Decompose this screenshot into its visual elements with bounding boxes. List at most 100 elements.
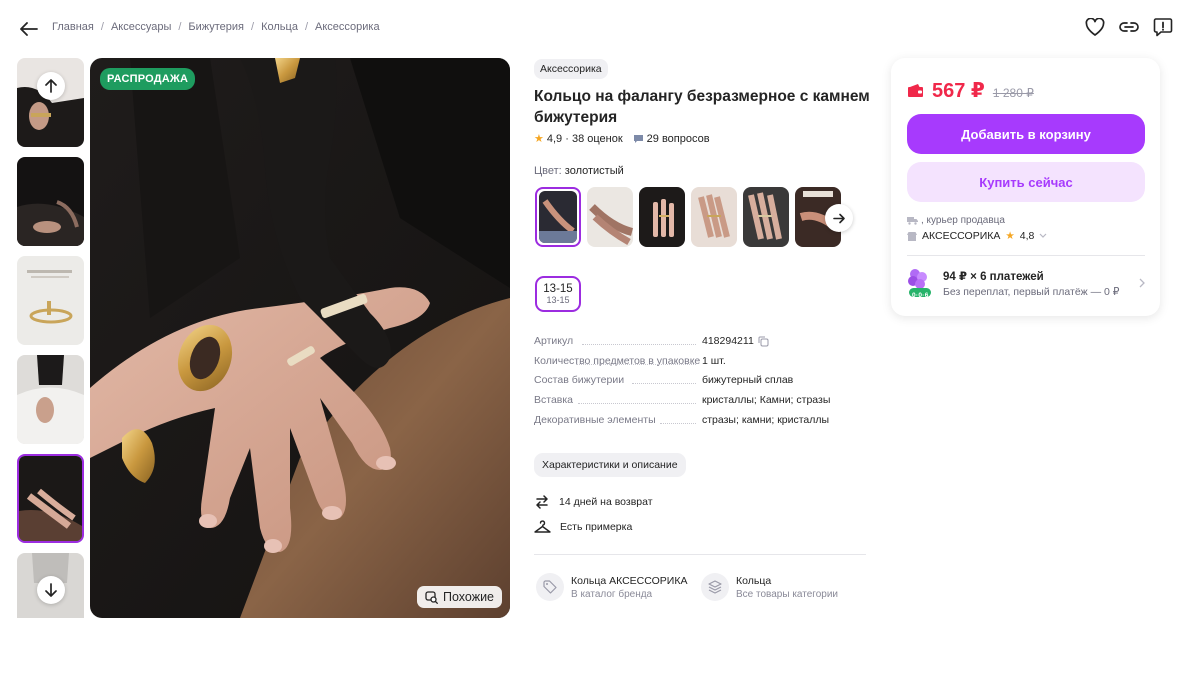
- rating-row: ★ 4,9 · 38 оценок 29 вопросов: [534, 132, 710, 146]
- product-title: Кольцо на фалангу безразмерное с камнем …: [534, 88, 870, 126]
- arrow-left-icon: [20, 22, 38, 36]
- questions-link[interactable]: 29 вопросов: [633, 133, 710, 145]
- spec-row: Артикул 418294211: [534, 334, 864, 348]
- favorite-button[interactable]: [1084, 16, 1106, 38]
- star-icon: ★: [1005, 230, 1015, 242]
- category-title: Кольца: [736, 574, 772, 587]
- installment-offer[interactable]: 94 ₽ × 6 платежей Без переплат, первый п…: [905, 266, 1145, 300]
- chevron-right-icon: [1139, 278, 1145, 288]
- installment-subtitle: Без переплат, первый платёж — 0 ₽: [943, 285, 1120, 298]
- color-swatch-2[interactable]: [587, 187, 633, 247]
- report-button[interactable]: [1152, 16, 1174, 38]
- brand-catalog-title: Кольца АКСЕССОРИКА: [571, 574, 688, 587]
- brand-chip[interactable]: Аксессорика: [534, 59, 608, 79]
- buy-now-button[interactable]: Купить сейчас: [907, 162, 1145, 202]
- category-link[interactable]: Кольца Все товары категории: [701, 573, 838, 601]
- swatches-next-button[interactable]: [825, 204, 853, 232]
- delivery-truck-icon: [907, 217, 918, 225]
- heart-icon: [1085, 18, 1105, 36]
- thumbnail-image: [17, 355, 84, 444]
- layers-icon: [708, 580, 722, 594]
- arrow-down-icon: [45, 583, 57, 597]
- spec-key: Декоративные элементы: [534, 413, 702, 427]
- installment-badge: 0·0·6: [912, 292, 929, 299]
- thumbnail-3[interactable]: [17, 256, 84, 345]
- color-swatch-3[interactable]: [639, 187, 685, 247]
- category-subtitle: Все товары категории: [736, 588, 839, 600]
- thumbnail-image: [17, 256, 84, 345]
- spec-value: кристаллы; Камни; стразы: [702, 394, 831, 406]
- back-button[interactable]: [16, 16, 42, 42]
- spec-key: Состав бижутерии: [534, 373, 702, 387]
- hanger-icon: [534, 520, 551, 533]
- installment-title: 94 ₽ × 6 платежей: [943, 270, 1044, 283]
- brand-catalog-subtitle: В каталог бренда: [571, 588, 653, 600]
- report-icon: [1153, 18, 1173, 37]
- similar-search-icon: [425, 590, 438, 604]
- color-swatch-4[interactable]: [691, 187, 737, 247]
- swatch-image: [743, 187, 789, 247]
- thumbnail-5-selected[interactable]: [17, 454, 84, 543]
- breadcrumb-jewelry[interactable]: Бижутерия: [188, 21, 244, 33]
- copy-icon[interactable]: [758, 336, 769, 347]
- spec-row: Состав бижутерии бижутерный сплав: [534, 373, 864, 387]
- breadcrumb-home[interactable]: Главная: [52, 21, 94, 33]
- seller-rating: 4,8: [1019, 230, 1035, 242]
- thumbnail-2[interactable]: [17, 157, 84, 246]
- size-sub: 13-15: [546, 295, 570, 305]
- add-to-cart-button[interactable]: Добавить в корзину: [907, 114, 1145, 154]
- color-swatch-1-selected[interactable]: [535, 187, 581, 247]
- specs-table: Артикул 418294211 Количество предметов в…: [534, 334, 864, 433]
- price-row: 567 ₽ 1 280 ₽: [907, 78, 1034, 103]
- share-link-button[interactable]: [1118, 16, 1140, 38]
- product-photo: [90, 58, 510, 618]
- size-option-selected[interactable]: 13-15 13-15: [535, 276, 581, 312]
- swatch-image: [691, 187, 737, 247]
- return-arrows-icon: [536, 495, 548, 509]
- spec-value: 1 шт.: [702, 355, 726, 367]
- similar-products-button[interactable]: Похожие: [417, 586, 503, 608]
- size-main: 13-15: [543, 283, 573, 295]
- breadcrumb-brand[interactable]: Аксессорика: [315, 21, 380, 33]
- color-swatch-5[interactable]: [743, 187, 789, 247]
- seller-name: АКСЕССОРИКА: [922, 230, 1001, 242]
- delivery-info: , курьер продавца: [907, 215, 1005, 226]
- reviews-count[interactable]: 38 оценок: [572, 133, 623, 145]
- current-price: 567 ₽: [932, 80, 985, 102]
- rating-value[interactable]: 4,9: [547, 133, 562, 145]
- color-swatches: [535, 187, 841, 247]
- spec-key: Артикул: [534, 334, 702, 348]
- swatch-image: [587, 187, 633, 247]
- arrow-right-icon: [832, 213, 845, 223]
- thumbnail-4[interactable]: [17, 355, 84, 444]
- question-bubble-icon: [633, 134, 643, 143]
- seller-link[interactable]: АКСЕССОРИКА ★ 4,8: [907, 230, 1047, 242]
- thumbnail-image: [19, 456, 82, 541]
- breadcrumb-accessories[interactable]: Аксессуары: [111, 21, 171, 33]
- questions-count: 29 вопросов: [646, 132, 710, 145]
- characteristics-button[interactable]: Характеристики и описание: [534, 453, 686, 477]
- spec-row: Количество предметов в упаковке 1 шт.: [534, 354, 864, 368]
- thumbnail-scroll-down-button[interactable]: [37, 576, 65, 604]
- thumbnail-list: [17, 58, 85, 618]
- thumbnail-image: [17, 157, 84, 246]
- color-label: Цвет: золотистый: [534, 165, 624, 177]
- arrow-up-icon: [45, 79, 57, 93]
- brand-catalog-link[interactable]: Кольца АКСЕССОРИКА В каталог бренда: [536, 573, 687, 601]
- return-info: 14 дней на возврат: [534, 494, 653, 510]
- main-product-image[interactable]: [90, 58, 510, 618]
- divider: [907, 255, 1145, 256]
- spec-row: Вставка кристаллы; Камни; стразы: [534, 393, 864, 407]
- breadcrumb: Главная / Аксессуары / Бижутерия / Кольц…: [52, 21, 380, 33]
- star-icon: ★: [534, 133, 544, 145]
- sale-badge: РАСПРОДАЖА: [100, 68, 196, 90]
- spec-value-article: 418294211: [702, 334, 769, 348]
- top-actions: [1084, 16, 1174, 38]
- thumbnail-scroll-up-button[interactable]: [37, 72, 65, 100]
- swatch-image: [639, 187, 685, 247]
- color-value: золотистый: [564, 165, 624, 177]
- wallet-icon: [908, 84, 923, 97]
- buy-box: 567 ₽ 1 280 ₽ Добавить в корзину Купить …: [891, 58, 1160, 316]
- similar-label: Похожие: [443, 590, 495, 604]
- breadcrumb-rings[interactable]: Кольца: [261, 21, 298, 33]
